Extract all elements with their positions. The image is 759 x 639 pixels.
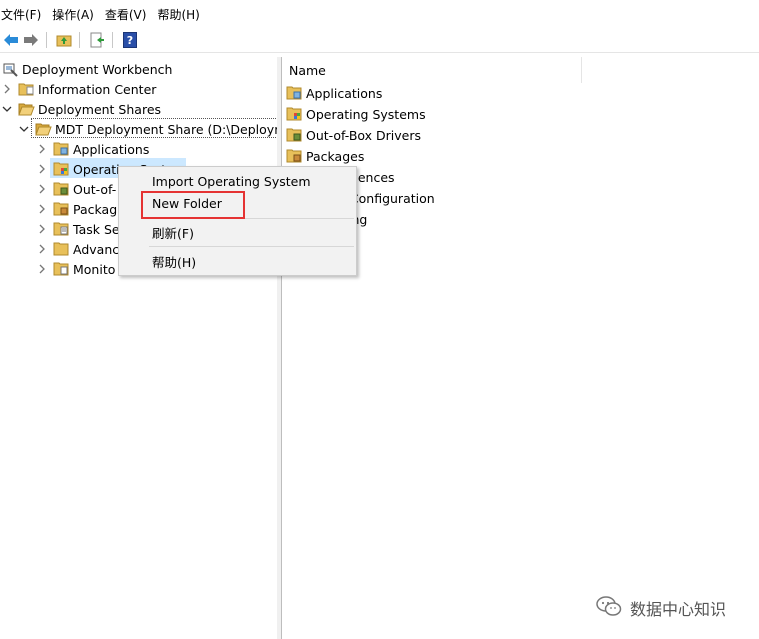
list-pane[interactable]: Name Applications Operating Systems Out-… bbox=[282, 57, 759, 639]
list-item[interactable]: Out-of-Box Drivers bbox=[286, 126, 421, 144]
export-list-icon[interactable] bbox=[88, 31, 106, 49]
tree-label: Information Center bbox=[38, 81, 157, 97]
tree-label: Packag bbox=[73, 201, 118, 217]
folder-open-icon bbox=[35, 121, 52, 137]
chevron-right-icon[interactable] bbox=[37, 224, 47, 234]
tree-label: Out-of- bbox=[73, 181, 117, 197]
folder-icon bbox=[53, 141, 70, 157]
folder-packages-icon bbox=[286, 148, 303, 164]
tree-item-deployment-shares[interactable]: Deployment Shares bbox=[2, 100, 161, 118]
list-item-label: Out-of-Box Drivers bbox=[306, 127, 422, 143]
tree-label: Deployment Shares bbox=[38, 101, 162, 117]
chevron-right-icon[interactable] bbox=[37, 204, 47, 214]
menu-bar: 文件(F) 操作(A) 查看(V) 帮助(H) bbox=[0, 0, 759, 28]
chevron-right-icon[interactable] bbox=[37, 164, 47, 174]
folder-drivers-icon bbox=[53, 181, 70, 197]
watermark: 数据中心知识 bbox=[596, 595, 726, 621]
folder-os-icon bbox=[286, 106, 303, 122]
tree-item-packages[interactable]: Packag bbox=[37, 200, 117, 218]
tree-item-task-sequences[interactable]: Task Se bbox=[37, 220, 120, 238]
folder-info-icon bbox=[18, 81, 35, 97]
tree-item-mdt-share[interactable]: MDT Deployment Share (D:\Deployme bbox=[19, 120, 294, 138]
folder-task-icon bbox=[53, 221, 70, 237]
svg-text:?: ? bbox=[127, 34, 133, 47]
menu-help[interactable]: 帮助(H) bbox=[156, 6, 205, 23]
up-folder-icon[interactable] bbox=[55, 31, 73, 49]
menu-item-help[interactable]: 帮助(H) bbox=[152, 251, 196, 271]
workbench-icon bbox=[2, 61, 19, 77]
tree-label: Advanc bbox=[73, 241, 120, 257]
list-item-label: Applications bbox=[306, 85, 383, 101]
toolbar-separator bbox=[46, 32, 47, 48]
list-item-label: Packages bbox=[306, 148, 365, 164]
tree-label: Applications bbox=[73, 141, 150, 157]
list-item[interactable]: Operating Systems bbox=[286, 105, 426, 123]
folder-packages-icon bbox=[53, 201, 70, 217]
list-item[interactable]: Applications bbox=[286, 84, 382, 102]
menu-view[interactable]: 查看(V) bbox=[104, 6, 153, 23]
list-item[interactable]: Packages bbox=[286, 147, 364, 165]
tree-item-drivers[interactable]: Out-of- bbox=[37, 180, 116, 198]
tree-item-advanced[interactable]: Advanc bbox=[37, 240, 119, 258]
chevron-right-icon[interactable] bbox=[37, 144, 47, 154]
chevron-right-icon[interactable] bbox=[37, 264, 47, 274]
tree-item-monitoring[interactable]: Monito bbox=[37, 260, 115, 278]
chevron-right-icon[interactable] bbox=[2, 84, 12, 94]
menu-separator bbox=[149, 246, 354, 247]
folder-icon bbox=[286, 85, 303, 101]
context-menu: Import Operating System New Folder 刷新(F)… bbox=[118, 166, 357, 276]
folder-icon bbox=[53, 241, 70, 257]
chevron-down-icon[interactable] bbox=[2, 104, 12, 114]
tree-label: Deployment Workbench bbox=[22, 61, 173, 77]
chevron-right-icon[interactable] bbox=[37, 244, 47, 254]
tree-label: Monito bbox=[73, 261, 116, 277]
wechat-icon bbox=[596, 595, 622, 621]
watermark-text: 数据中心知识 bbox=[630, 600, 727, 619]
annotation-highlight-box bbox=[141, 191, 245, 219]
tree-item-workbench[interactable]: Deployment Workbench bbox=[2, 60, 172, 78]
menu-file[interactable]: 文件(F) bbox=[0, 6, 47, 23]
folder-monitor-icon bbox=[53, 261, 70, 277]
help-icon[interactable]: ? bbox=[121, 31, 139, 49]
tree-label: Task Se bbox=[73, 221, 120, 237]
tree-item-information-center[interactable]: Information Center bbox=[2, 80, 156, 98]
chevron-right-icon[interactable] bbox=[37, 184, 47, 194]
toolbar: ? bbox=[0, 28, 759, 53]
folder-drivers-icon bbox=[286, 127, 303, 143]
tree-item-applications[interactable]: Applications bbox=[37, 140, 149, 158]
forward-arrow-icon[interactable] bbox=[22, 31, 40, 49]
tree-label: MDT Deployment Share (D:\Deployme bbox=[55, 121, 295, 137]
back-arrow-icon[interactable] bbox=[2, 31, 20, 49]
toolbar-separator bbox=[79, 32, 80, 48]
menu-item-import-os[interactable]: Import Operating System bbox=[152, 171, 311, 191]
chevron-down-icon[interactable] bbox=[19, 124, 29, 134]
column-header-name[interactable]: Name bbox=[282, 57, 582, 83]
list-item-label: Operating Systems bbox=[306, 106, 426, 122]
folder-open-icon bbox=[18, 101, 35, 117]
menu-item-refresh[interactable]: 刷新(F) bbox=[152, 222, 194, 242]
menu-action[interactable]: 操作(A) bbox=[51, 6, 100, 23]
folder-os-icon bbox=[53, 161, 70, 177]
toolbar-separator bbox=[112, 32, 113, 48]
